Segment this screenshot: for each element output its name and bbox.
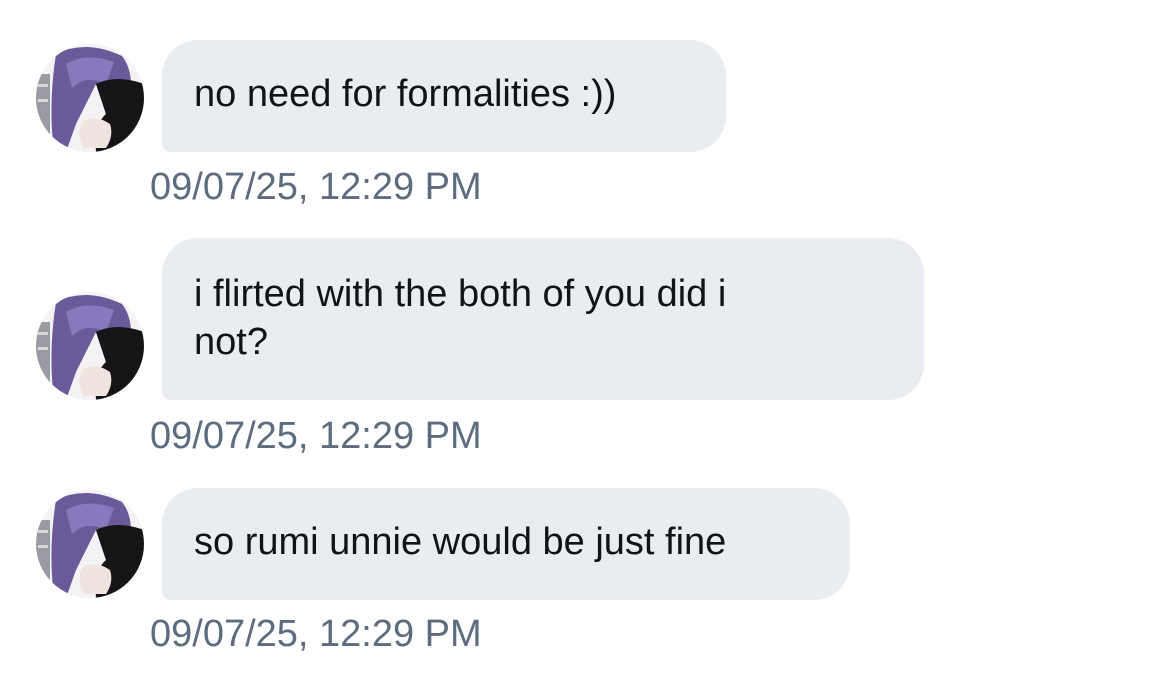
avatar-photo xyxy=(36,490,144,598)
message-timestamp: 09/07/25, 12:29 PM xyxy=(150,613,482,655)
avatar[interactable] xyxy=(36,292,144,400)
message-bubble[interactable]: so rumi unnie would be just fine xyxy=(162,488,850,600)
avatar[interactable] xyxy=(36,490,144,598)
dm-thread: no need for formalities :)) 09/07/25, 12… xyxy=(0,0,1170,686)
message-bubble[interactable]: no need for formalities :)) xyxy=(162,40,726,152)
avatar-photo xyxy=(36,292,144,400)
message-timestamp: 09/07/25, 12:29 PM xyxy=(150,415,482,457)
avatar-photo xyxy=(36,44,144,152)
avatar[interactable] xyxy=(36,44,144,152)
message-bubble[interactable]: i flirted with the both of you did i not… xyxy=(162,238,924,400)
message-timestamp: 09/07/25, 12:29 PM xyxy=(150,166,482,208)
